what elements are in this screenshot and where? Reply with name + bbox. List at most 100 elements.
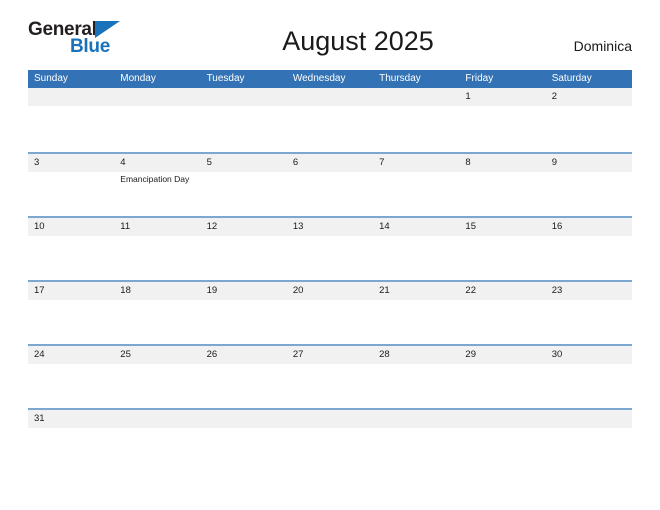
calendar-day-cell[interactable]: 25 bbox=[114, 346, 201, 408]
calendar-day-cell-empty[interactable] bbox=[545, 410, 632, 472]
calendar-day-cell[interactable]: 15 bbox=[459, 218, 546, 280]
day-number-band bbox=[28, 88, 115, 106]
day-number-band bbox=[545, 410, 632, 428]
day-number-band bbox=[373, 154, 460, 172]
day-number: 16 bbox=[551, 221, 563, 232]
calendar-day-cell[interactable]: 20 bbox=[286, 282, 374, 344]
day-number-band bbox=[114, 88, 201, 106]
page-title: August 2025 bbox=[282, 26, 434, 56]
calendar-day-cell[interactable]: 9 bbox=[545, 154, 632, 216]
calendar-day-cell-empty[interactable] bbox=[286, 88, 374, 150]
day-number: 14 bbox=[379, 221, 390, 232]
day-number: 28 bbox=[379, 349, 390, 360]
calendar-day-cell[interactable]: 16 bbox=[545, 218, 632, 280]
calendar-day-cell-empty[interactable] bbox=[200, 410, 287, 472]
calendar-weeks: 1 2 3 4 Emancipation Day 5 6 7 8 9 10 11 12 13 14 15 16 1… bbox=[28, 88, 632, 472]
calendar-day-cell[interactable]: 5 bbox=[200, 154, 287, 216]
calendar-day-cell[interactable]: 6 bbox=[286, 154, 374, 216]
day-number-band bbox=[114, 154, 201, 172]
calendar-day-cell[interactable]: 28 bbox=[373, 346, 460, 408]
calendar-day-cell[interactable]: 21 bbox=[373, 282, 460, 344]
calendar-day-cell-empty[interactable] bbox=[373, 410, 460, 472]
day-number-band bbox=[200, 88, 287, 106]
day-number-band bbox=[28, 154, 115, 172]
day-number: 18 bbox=[120, 285, 131, 296]
day-number: 29 bbox=[465, 349, 476, 360]
day-number-band bbox=[373, 410, 460, 428]
calendar-day-cell[interactable]: 13 bbox=[286, 218, 374, 280]
calendar-day-cell[interactable]: 3 bbox=[28, 154, 115, 216]
calendar-day-cell-empty[interactable] bbox=[114, 88, 201, 150]
calendar-day-cell[interactable]: 7 bbox=[373, 154, 460, 216]
calendar-day-cell[interactable]: 1 bbox=[459, 88, 546, 150]
weekday-header-wednesday: Wednesday bbox=[292, 73, 346, 84]
calendar-day-cell[interactable]: 27 bbox=[286, 346, 374, 408]
calendar-week-row: 3 4 Emancipation Day 5 6 7 8 9 bbox=[28, 152, 632, 216]
calendar-day-cell[interactable]: 12 bbox=[200, 218, 287, 280]
day-number: 8 bbox=[465, 157, 471, 168]
day-number: 11 bbox=[120, 221, 131, 232]
day-number: 3 bbox=[34, 157, 40, 168]
calendar-day-cell[interactable]: 19 bbox=[200, 282, 287, 344]
calendar-day-cell[interactable]: 23 bbox=[545, 282, 632, 344]
day-number-band bbox=[373, 88, 460, 106]
day-number: 19 bbox=[206, 285, 218, 296]
day-number: 10 bbox=[34, 221, 45, 232]
calendar-day-cell[interactable]: 30 bbox=[545, 346, 632, 408]
calendar-day-cell-empty[interactable] bbox=[286, 410, 374, 472]
calendar-week-row: 24 25 26 27 28 29 30 bbox=[28, 344, 632, 408]
day-number: 26 bbox=[206, 349, 218, 360]
weekday-header-tuesday: Tuesday bbox=[206, 73, 245, 84]
calendar-day-cell[interactable]: 29 bbox=[459, 346, 546, 408]
day-number: 7 bbox=[379, 157, 385, 168]
day-number: 9 bbox=[551, 157, 557, 168]
weekday-header-saturday: Saturday bbox=[551, 73, 592, 84]
calendar-day-cell[interactable]: 8 bbox=[459, 154, 546, 216]
calendar-day-cell[interactable]: 24 bbox=[28, 346, 115, 408]
calendar-day-cell[interactable]: 17 bbox=[28, 282, 115, 344]
day-number: 13 bbox=[292, 221, 304, 232]
day-number-band bbox=[545, 88, 632, 106]
calendar-day-cell[interactable]: 31 bbox=[28, 410, 115, 472]
weekday-header-monday: Monday bbox=[120, 73, 156, 84]
day-number: 6 bbox=[292, 157, 299, 168]
day-number-band bbox=[200, 154, 287, 172]
day-number: 30 bbox=[551, 349, 563, 360]
calendar-day-cell-empty[interactable] bbox=[373, 88, 460, 150]
calendar-day-cell-empty[interactable] bbox=[28, 88, 115, 150]
calendar-week-row: 12 bbox=[28, 88, 632, 152]
calendar-week-row: 31 bbox=[28, 408, 632, 472]
day-number: 24 bbox=[34, 349, 45, 360]
calendar-day-cell[interactable]: 14 bbox=[373, 218, 460, 280]
calendar-day-cell-empty[interactable] bbox=[459, 410, 546, 472]
day-number-band bbox=[459, 88, 546, 106]
day-number-band bbox=[459, 154, 546, 172]
calendar-day-cell[interactable]: 18 bbox=[114, 282, 201, 344]
day-number: 20 bbox=[292, 285, 304, 296]
calendar-day-cell[interactable]: 26 bbox=[200, 346, 287, 408]
day-number: 31 bbox=[34, 413, 45, 424]
day-number-band bbox=[459, 410, 546, 428]
calendar-day-cell[interactable]: 10 bbox=[28, 218, 115, 280]
day-number: 22 bbox=[465, 285, 476, 296]
day-number-band bbox=[286, 410, 374, 428]
logo-text-blue: Blue bbox=[70, 36, 110, 57]
calendar-day-cell[interactable]: 2 bbox=[545, 88, 632, 150]
weekday-header-thursday: Thursday bbox=[379, 73, 421, 84]
page-header: General Blue August 2025 Dominica bbox=[28, 18, 632, 64]
weekday-header-friday: Friday bbox=[465, 73, 494, 84]
calendar-day-cell-empty[interactable] bbox=[114, 410, 201, 472]
day-number: 17 bbox=[34, 285, 45, 296]
calendar-day-cell[interactable]: 22 bbox=[459, 282, 546, 344]
calendar-day-cell-empty[interactable] bbox=[200, 88, 287, 150]
day-number: 12 bbox=[206, 221, 218, 232]
calendar-day-cell[interactable]: 4 Emancipation Day bbox=[114, 154, 201, 216]
calendar-day-cell[interactable]: 11 bbox=[114, 218, 201, 280]
day-events: Emancipation Day bbox=[120, 173, 197, 185]
day-number-band bbox=[114, 410, 201, 428]
day-number: 21 bbox=[379, 285, 390, 296]
calendar-page: General Blue August 2025 Dominica Sunday… bbox=[0, 0, 660, 510]
general-blue-logo[interactable]: General Blue bbox=[28, 20, 120, 60]
calendar-week-row: 10 11 12 13 14 15 16 bbox=[28, 216, 632, 280]
day-number-band bbox=[545, 154, 632, 172]
